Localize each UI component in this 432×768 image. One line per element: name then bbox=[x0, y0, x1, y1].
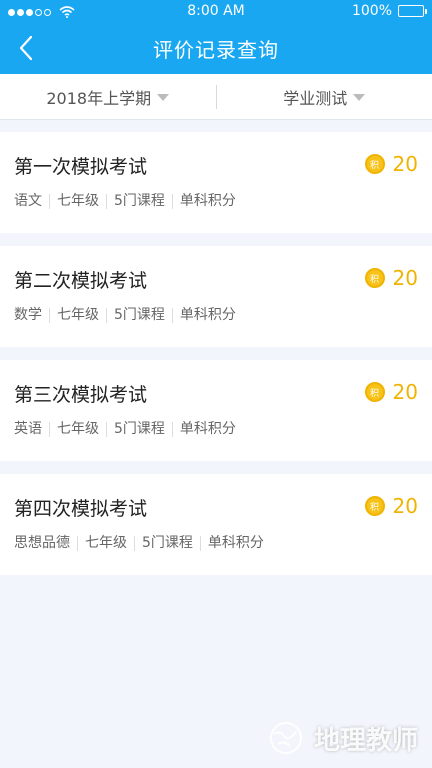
subject-tag: 数学 bbox=[14, 307, 42, 323]
coin-icon: 积 bbox=[364, 154, 385, 174]
globe-icon bbox=[269, 722, 302, 754]
score-type-tag: 单科积分 bbox=[171, 308, 243, 323]
coin-icon: 积 bbox=[364, 382, 385, 402]
record-score: 积 20 bbox=[364, 266, 418, 290]
record-card[interactable]: 第一次模拟考试 积 20 语文 七年级 5门课程 单科积分 bbox=[0, 132, 432, 233]
status-bar: 8:00 AM 100% bbox=[0, 0, 432, 22]
test-type-filter[interactable]: 学业测试 bbox=[217, 85, 432, 109]
subject-tag: 语文 bbox=[14, 193, 42, 209]
header: 8:00 AM 100% 评价记录查询 bbox=[0, 0, 432, 74]
record-list: 第一次模拟考试 积 20 语文 七年级 5门课程 单科积分 第二次模拟考试 积 … bbox=[0, 120, 432, 575]
score-value: 20 bbox=[392, 380, 418, 404]
navbar: 评价记录查询 bbox=[0, 22, 432, 74]
record-tags: 思想品德 七年级 5门课程 单科积分 bbox=[14, 536, 271, 551]
semester-filter-label: 2018年上学期 bbox=[46, 88, 152, 108]
record-title: 第四次模拟考试 bbox=[14, 498, 148, 520]
filter-bar: 2018年上学期 学业测试 bbox=[0, 74, 432, 120]
record-score: 积 20 bbox=[364, 380, 418, 404]
record-card[interactable]: 第四次模拟考试 积 20 思想品德 七年级 5门课程 单科积分 bbox=[0, 474, 432, 575]
record-card[interactable]: 第三次模拟考试 积 20 英语 七年级 5门课程 单科积分 bbox=[0, 360, 432, 461]
battery-percent: 100% bbox=[351, 3, 392, 19]
subject-tag: 英语 bbox=[14, 421, 42, 437]
course-count-tag: 5门课程 bbox=[106, 308, 172, 323]
battery-icon bbox=[398, 5, 427, 17]
grade-tag: 七年级 bbox=[49, 308, 106, 323]
score-value: 20 bbox=[392, 152, 418, 176]
course-count-tag: 5门课程 bbox=[134, 536, 200, 551]
grade-tag: 七年级 bbox=[49, 422, 106, 437]
record-score: 积 20 bbox=[364, 152, 418, 176]
course-count-tag: 5门课程 bbox=[106, 194, 172, 209]
score-value: 20 bbox=[392, 266, 418, 290]
grade-tag: 七年级 bbox=[77, 536, 134, 551]
score-value: 20 bbox=[392, 494, 418, 518]
score-type-tag: 单科积分 bbox=[199, 536, 271, 551]
grade-tag: 七年级 bbox=[49, 194, 106, 209]
caret-down-icon bbox=[353, 94, 366, 101]
watermark-text: 地理教师 bbox=[313, 725, 418, 756]
battery-status: 100% bbox=[351, 3, 427, 19]
course-count-tag: 5门课程 bbox=[106, 422, 172, 437]
subject-tag: 思想品德 bbox=[14, 535, 70, 551]
caret-down-icon bbox=[157, 94, 170, 101]
semester-filter[interactable]: 2018年上学期 bbox=[0, 85, 216, 109]
coin-icon: 积 bbox=[364, 496, 385, 516]
record-title: 第三次模拟考试 bbox=[14, 384, 148, 406]
score-type-tag: 单科积分 bbox=[171, 194, 243, 209]
score-type-tag: 单科积分 bbox=[171, 422, 243, 437]
watermark: 地理教师 bbox=[266, 718, 418, 758]
page-title: 评价记录查询 bbox=[153, 38, 279, 62]
record-title: 第二次模拟考试 bbox=[14, 270, 148, 292]
coin-icon: 积 bbox=[364, 268, 385, 288]
record-tags: 英语 七年级 5门课程 单科积分 bbox=[14, 422, 243, 437]
record-title: 第一次模拟考试 bbox=[14, 156, 148, 178]
test-type-filter-label: 学业测试 bbox=[283, 88, 348, 108]
record-tags: 语文 七年级 5门课程 单科积分 bbox=[14, 194, 243, 209]
record-card[interactable]: 第二次模拟考试 积 20 数学 七年级 5门课程 单科积分 bbox=[0, 246, 432, 347]
record-score: 积 20 bbox=[364, 494, 418, 518]
record-tags: 数学 七年级 5门课程 单科积分 bbox=[14, 308, 243, 323]
